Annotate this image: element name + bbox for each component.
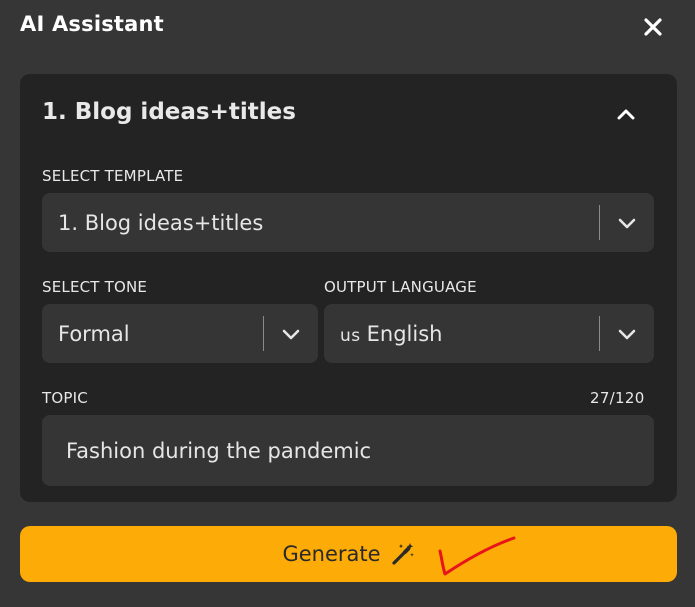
template-label: SELECT TEMPLATE	[42, 167, 184, 185]
language-select[interactable]: us English	[324, 304, 654, 363]
generate-button[interactable]: Generate	[20, 526, 677, 582]
language-select-value: us English	[340, 322, 442, 346]
chevron-down-icon	[264, 304, 318, 363]
template-select-value: 1. Blog ideas+titles	[58, 210, 264, 235]
topic-input[interactable]: Fashion during the pandemic	[42, 415, 654, 486]
dialog-header: AI Assistant	[0, 0, 695, 52]
chevron-up-icon	[617, 109, 635, 120]
generate-label: Generate	[282, 542, 381, 566]
topic-input-value: Fashion during the pandemic	[66, 438, 372, 463]
close-icon	[644, 18, 662, 36]
panel-title: 1. Blog ideas+titles	[42, 99, 296, 125]
template-select[interactable]: 1. Blog ideas+titles	[42, 193, 654, 252]
chevron-down-icon	[600, 193, 654, 252]
language-label: OUTPUT LANGUAGE	[324, 278, 477, 296]
language-name: English	[366, 321, 443, 346]
dialog-title: AI Assistant	[20, 12, 164, 36]
chevron-down-icon	[600, 304, 654, 363]
template-panel: 1. Blog ideas+titles SELECT TEMPLATE 1. …	[20, 74, 677, 502]
collapse-button[interactable]	[610, 98, 642, 130]
tone-select-value: Formal	[58, 321, 130, 346]
topic-label: TOPIC	[42, 389, 88, 407]
close-button[interactable]	[638, 12, 668, 42]
us-flag-icon: us	[340, 325, 361, 346]
magic-wand-icon	[391, 542, 415, 566]
tone-label: SELECT TONE	[42, 278, 148, 296]
character-counter: 27/120	[590, 389, 645, 407]
tone-select[interactable]: Formal	[42, 304, 318, 363]
